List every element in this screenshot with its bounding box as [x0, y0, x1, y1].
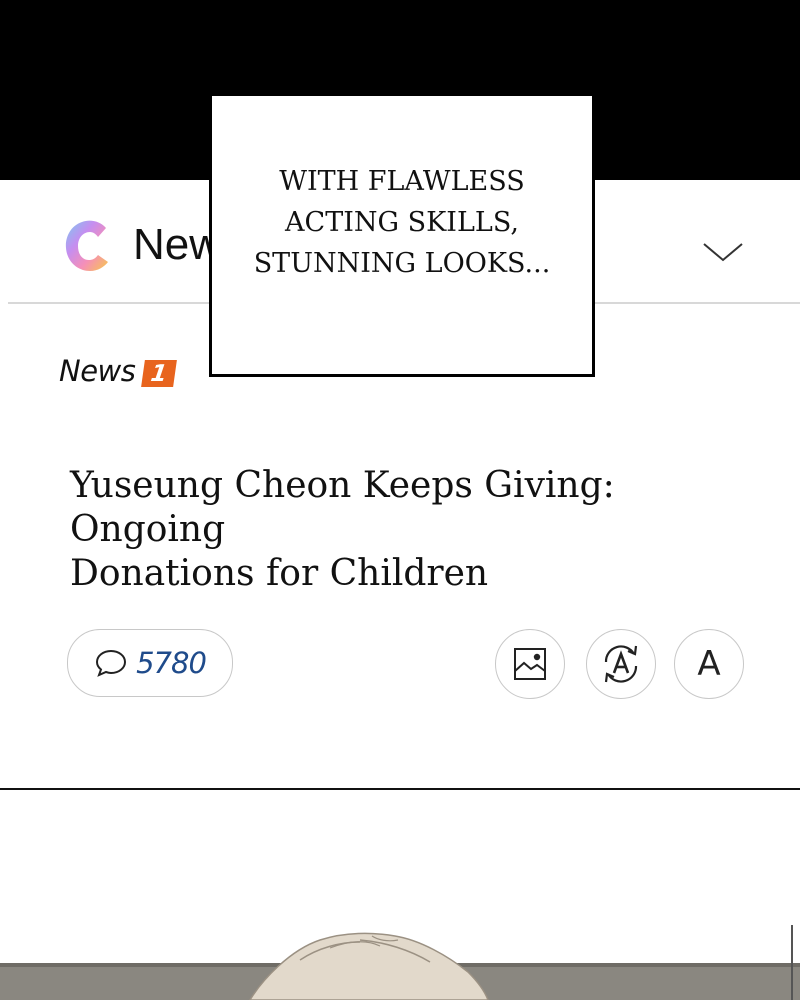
headline-line-2: Donations for Children [70, 553, 489, 594]
speech-bubble-icon [96, 649, 127, 677]
headline-line-1: Yuseung Cheon Keeps Giving: Ongoing [70, 465, 615, 550]
caption-text: WITH FLAWLESS ACTING SKILLS, STUNNING LO… [254, 161, 551, 284]
caption-line-1: WITH FLAWLESS [279, 165, 525, 197]
chevron-down-icon[interactable] [700, 238, 746, 266]
translate-button[interactable] [586, 629, 656, 699]
comment-count: 5780 [136, 646, 207, 680]
hair-illustration [0, 925, 800, 1001]
font-size-icon: A [697, 644, 721, 684]
comic-caption-box: WITH FLAWLESS ACTING SKILLS, STUNNING LO… [209, 93, 595, 377]
news-source[interactable]: News 1 [59, 354, 178, 388]
caption-line-2: ACTING SKILLS, [285, 206, 519, 238]
source-name: News [59, 354, 136, 388]
translate-icon [604, 645, 638, 683]
c-gradient-logo-icon [65, 220, 108, 271]
article-headline: Yuseung Cheon Keeps Giving: Ongoing Dona… [70, 464, 770, 596]
image-button[interactable] [495, 629, 565, 699]
comments-button[interactable]: 5780 [67, 629, 233, 697]
font-size-button[interactable]: A [674, 629, 744, 699]
image-icon [514, 648, 546, 680]
caption-line-3: STUNNING LOOKS... [253, 247, 551, 279]
source-badge: 1 [141, 359, 178, 387]
comic-art-lower [0, 790, 800, 1001]
